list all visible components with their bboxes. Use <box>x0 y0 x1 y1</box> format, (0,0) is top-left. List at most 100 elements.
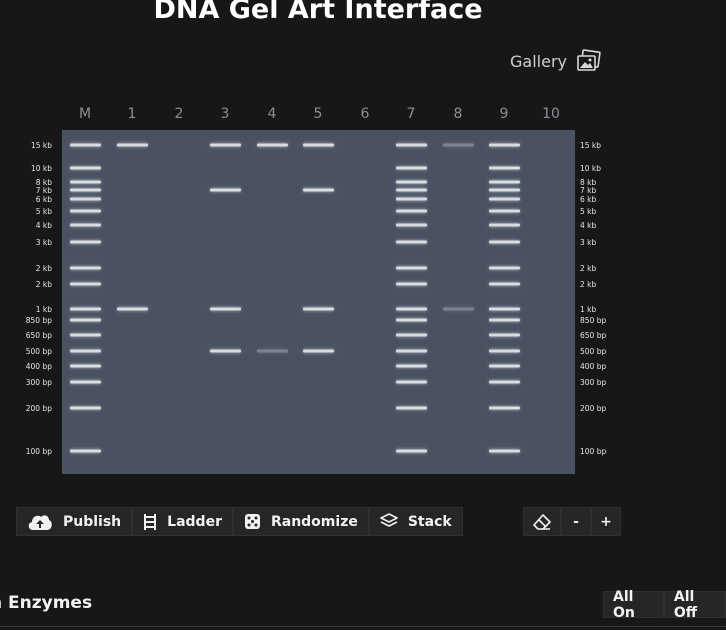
gel-band[interactable] <box>209 349 241 353</box>
gel-band[interactable] <box>69 223 101 227</box>
gel-band[interactable] <box>488 188 520 192</box>
lane-label-9[interactable]: 9 <box>489 106 519 122</box>
gel-band[interactable] <box>395 406 427 410</box>
gel-band[interactable] <box>488 333 520 337</box>
lane-label-1[interactable]: 1 <box>117 106 147 122</box>
gel-band[interactable] <box>488 364 520 368</box>
lane-label-7[interactable]: 7 <box>396 106 426 122</box>
gel-band[interactable] <box>395 188 427 192</box>
gel-band[interactable] <box>69 166 101 170</box>
zoom-in-button[interactable]: + <box>591 507 621 536</box>
edit-tools: - + <box>523 507 621 536</box>
eraser-button[interactable] <box>523 507 561 536</box>
gel-band[interactable] <box>488 282 520 286</box>
stack-button[interactable]: Stack <box>368 507 463 536</box>
gel-band[interactable] <box>395 240 427 244</box>
gel-band[interactable] <box>488 240 520 244</box>
gel-band[interactable] <box>395 449 427 453</box>
gel-band[interactable] <box>395 364 427 368</box>
gel-band[interactable] <box>209 188 241 192</box>
gel-band[interactable] <box>209 143 241 147</box>
gel-band[interactable] <box>302 188 334 192</box>
gel-band[interactable] <box>488 266 520 270</box>
gel-band[interactable] <box>69 307 101 311</box>
lane-label-3[interactable]: 3 <box>210 106 240 122</box>
gel-band[interactable] <box>395 209 427 213</box>
publish-button[interactable]: Publish <box>16 507 133 536</box>
gel-band[interactable] <box>69 209 101 213</box>
gallery-button[interactable]: Gallery <box>510 49 602 73</box>
zoom-out-button[interactable]: - <box>561 507 591 536</box>
gel-band[interactable] <box>302 349 334 353</box>
gel-band[interactable] <box>302 307 334 311</box>
ladder-size-labels-right: 15 kb 10 kb 8 kb 7 kb 6 kb 5 kb 4 kb 3 kb 2 kb 2 … <box>580 130 640 474</box>
gel-band[interactable] <box>395 223 427 227</box>
gel-canvas[interactable] <box>62 130 575 474</box>
all-on-button[interactable]: All On <box>603 589 664 621</box>
gel-band[interactable] <box>69 406 101 410</box>
lane-label-4[interactable]: 4 <box>257 106 287 122</box>
gel-band[interactable] <box>69 349 101 353</box>
gel-band[interactable] <box>69 266 101 270</box>
gel-band[interactable] <box>69 380 101 384</box>
gel-band[interactable] <box>442 307 474 311</box>
gel-band[interactable] <box>488 380 520 384</box>
gel-band[interactable] <box>395 333 427 337</box>
ladder-size-label: 7 kb <box>580 186 597 195</box>
gel-band[interactable] <box>69 282 101 286</box>
ladder-button[interactable]: Ladder <box>132 507 233 536</box>
gel-band[interactable] <box>69 333 101 337</box>
gel-band[interactable] <box>488 449 520 453</box>
ladder-size-label: 200 bp <box>25 404 52 413</box>
gel-band[interactable] <box>116 143 148 147</box>
gel-band[interactable] <box>395 266 427 270</box>
gel-band[interactable] <box>69 318 101 322</box>
gel-band[interactable] <box>302 143 334 147</box>
lane-label-6[interactable]: 6 <box>350 106 380 122</box>
gel-band[interactable] <box>488 406 520 410</box>
gel-band[interactable] <box>488 197 520 201</box>
gel-band[interactable] <box>209 307 241 311</box>
lane-label-10[interactable]: 10 <box>536 106 566 122</box>
gel-band[interactable] <box>395 282 427 286</box>
gel-band[interactable] <box>488 223 520 227</box>
gel-band[interactable] <box>395 380 427 384</box>
gel-band[interactable] <box>69 364 101 368</box>
gel-band[interactable] <box>69 240 101 244</box>
all-off-button[interactable]: All Off <box>663 589 726 621</box>
cloud-upload-icon <box>28 514 52 530</box>
gel-band[interactable] <box>256 143 288 147</box>
gel-band[interactable] <box>395 166 427 170</box>
gel-band[interactable] <box>395 349 427 353</box>
gel-band[interactable] <box>69 143 101 147</box>
ladder-size-label: 10 kb <box>580 164 602 173</box>
ladder-size-label: 400 bp <box>25 362 52 371</box>
lane-label-marker[interactable]: M <box>70 106 100 122</box>
gel-band[interactable] <box>488 209 520 213</box>
gel-band[interactable] <box>488 166 520 170</box>
gel-band[interactable] <box>395 197 427 201</box>
gel-band[interactable] <box>116 307 148 311</box>
stack-label: Stack <box>407 513 452 530</box>
lane-label-5[interactable]: 5 <box>303 106 333 122</box>
gel-band[interactable] <box>488 349 520 353</box>
gel-band[interactable] <box>256 349 288 353</box>
gel-band[interactable] <box>488 180 520 184</box>
gel-band[interactable] <box>69 449 101 453</box>
gel-band[interactable] <box>395 180 427 184</box>
gel-band[interactable] <box>442 143 474 147</box>
lane-label-2[interactable]: 2 <box>164 106 194 122</box>
gel-band[interactable] <box>395 143 427 147</box>
lane-label-8[interactable]: 8 <box>443 106 473 122</box>
gel-band[interactable] <box>69 197 101 201</box>
ladder-size-label: 850 bp <box>580 316 607 325</box>
gel-band[interactable] <box>69 180 101 184</box>
gel-band[interactable] <box>395 318 427 322</box>
gel-band[interactable] <box>69 188 101 192</box>
gel-band[interactable] <box>488 143 520 147</box>
gel-band[interactable] <box>488 318 520 322</box>
randomize-button[interactable]: Randomize <box>232 507 369 536</box>
gel-band[interactable] <box>488 307 520 311</box>
gel-band[interactable] <box>395 307 427 311</box>
ladder-size-label: 650 bp <box>580 331 607 340</box>
